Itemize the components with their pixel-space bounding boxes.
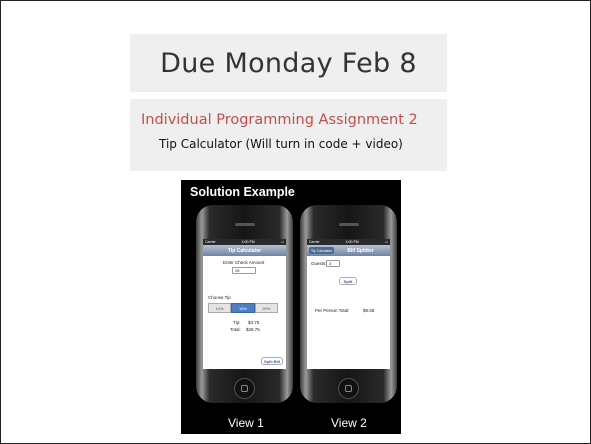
bill-splitter-screen: Carrier 4:00 PM ▭ Tip Calculator Bill Sp… [307,239,390,369]
split-button[interactable]: Split [339,277,357,285]
nav-title: Tip Calculator [227,247,262,254]
speaker-grille [339,223,359,226]
status-time: 4:00 PM [241,240,255,244]
assignment-band: Individual Programming Assignment 2 Tip … [130,99,447,171]
speaker-grille [235,223,255,226]
view-2-label: View 2 [331,416,367,430]
nav-bar: Tip Calculator [203,245,286,256]
slide: Due Monday Feb 8 Individual Programming … [0,0,591,444]
tip-option-10[interactable]: 10% [208,303,232,313]
phone-view-1: Carrier 4:00 PM ▭ Tip Calculator Enter C… [196,205,293,403]
guests-label: Guests: [311,261,327,266]
back-button[interactable]: Tip Calculator [309,247,335,254]
battery-icon: ▭ [280,240,284,244]
tip-segmented-control: 10% 15% 20% [208,303,278,313]
nav-bar: Tip Calculator Bill Splitter [307,245,390,256]
nav-title: Bill Splitter [347,247,374,254]
solution-example-image: Solution Example Carrier 4:00 PM ▭ Tip C… [181,180,401,434]
check-amount-input[interactable]: 25 [232,267,256,274]
tip-calculator-screen: Carrier 4:00 PM ▭ Tip Calculator Enter C… [203,239,286,369]
tip-option-20[interactable]: 20% [254,303,278,313]
title-band: Due Monday Feb 8 [130,34,447,92]
choose-tip-label: Choose Tip [208,295,231,300]
per-person-total-value: $9.58 [363,308,375,313]
tip-value: $3.75 [248,320,260,325]
phone-view-2: Carrier 4:00 PM ▭ Tip Calculator Bill Sp… [300,205,397,403]
total-value: $28.75 [246,327,260,332]
tip-label: Tip: [233,320,241,325]
per-person-total-label: Per Person Total: [315,308,350,313]
home-button [234,378,255,399]
home-button [338,378,359,399]
image-heading: Solution Example [190,185,295,199]
tip-option-15[interactable]: 15% [231,303,255,313]
split-bill-button[interactable]: Split Bill [261,357,283,365]
battery-icon: ▭ [384,240,388,244]
carrier-label: Carrier [205,240,216,244]
total-label: Total: [230,327,241,332]
guests-input[interactable]: 3 [326,260,340,267]
assignment-description: Tip Calculator (Will turn in code + vide… [159,137,403,151]
slide-title: Due Monday Feb 8 [160,47,417,79]
check-amount-label: Enter Check Amount [223,260,265,265]
view-1-label: View 1 [228,416,264,430]
status-time: 4:00 PM [345,240,359,244]
assignment-title: Individual Programming Assignment 2 [141,112,418,128]
carrier-label: Carrier [309,240,320,244]
